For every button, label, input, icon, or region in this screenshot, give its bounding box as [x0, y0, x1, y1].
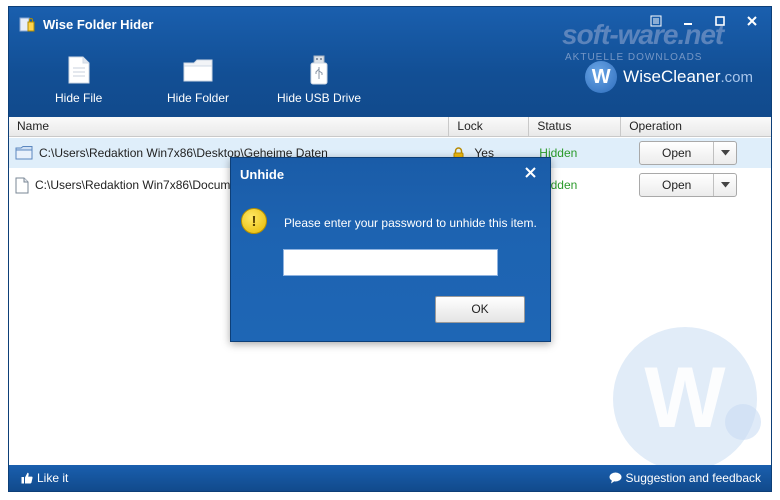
row-operation-cell: Open	[621, 138, 771, 168]
open-button[interactable]: Open	[640, 174, 715, 196]
wisecleaner-logo-icon: W	[585, 61, 618, 93]
column-header-operation[interactable]: Operation	[621, 117, 771, 137]
brand-name: WiseCleaner.com	[623, 67, 753, 87]
footer-bar: Like it Suggestion and feedback	[9, 465, 771, 491]
hide-usb-button[interactable]: Hide USB Drive	[277, 55, 361, 105]
brand-link[interactable]: W WiseCleaner.com	[585, 61, 753, 93]
folder-icon	[183, 55, 213, 85]
brand-name-main: WiseCleaner	[623, 67, 721, 86]
warning-icon: !	[241, 208, 267, 234]
close-icon[interactable]	[522, 164, 538, 180]
open-button[interactable]: Open	[640, 142, 715, 164]
password-input[interactable]	[283, 249, 498, 276]
open-dropdown-button[interactable]: Open	[639, 173, 738, 197]
speech-bubble-icon	[609, 472, 622, 484]
unhide-dialog: Unhide ! Please enter your password to u…	[230, 157, 551, 342]
brand-name-suffix: .com	[720, 69, 753, 86]
watermark-text: soft-ware.net	[562, 19, 724, 50]
hide-file-button[interactable]: Hide File	[55, 55, 102, 105]
column-header-name[interactable]: Name	[9, 117, 450, 137]
file-icon	[64, 55, 94, 85]
usb-drive-icon	[304, 55, 334, 85]
open-dropdown-button[interactable]: Open	[639, 141, 738, 165]
app-logo-icon	[19, 17, 35, 32]
chevron-down-icon[interactable]	[714, 142, 736, 164]
dialog-message: Please enter your password to unhide thi…	[284, 216, 537, 230]
row-operation-cell: Open	[621, 170, 771, 200]
file-icon	[15, 177, 29, 193]
ok-button[interactable]: OK	[435, 296, 525, 323]
like-label: Like it	[37, 471, 69, 485]
folder-icon	[15, 146, 33, 160]
thumbs-up-icon	[21, 472, 33, 484]
like-button[interactable]: Like it	[21, 471, 68, 485]
column-header-status[interactable]: Status	[529, 117, 622, 137]
feedback-link[interactable]: Suggestion and feedback	[609, 471, 761, 485]
app-title: Wise Folder Hider	[43, 17, 154, 32]
feedback-label: Suggestion and feedback	[625, 471, 761, 485]
svg-text:W: W	[644, 350, 726, 446]
watermark-logo-icon: W	[613, 327, 761, 471]
dialog-title: Unhide	[240, 167, 285, 182]
close-icon[interactable]	[741, 13, 763, 29]
hide-usb-label: Hide USB Drive	[277, 91, 362, 105]
column-header-lock[interactable]: Lock	[449, 117, 530, 137]
hide-file-label: Hide File	[55, 91, 103, 105]
hide-folder-label: Hide Folder	[167, 91, 230, 105]
hide-folder-button[interactable]: Hide Folder	[167, 55, 229, 105]
chevron-down-icon[interactable]	[714, 174, 736, 196]
title-bar: Wise Folder Hider soft-ware.net AKTUELLE…	[9, 7, 771, 117]
table-header: Name Lock Status Operation	[9, 117, 771, 137]
